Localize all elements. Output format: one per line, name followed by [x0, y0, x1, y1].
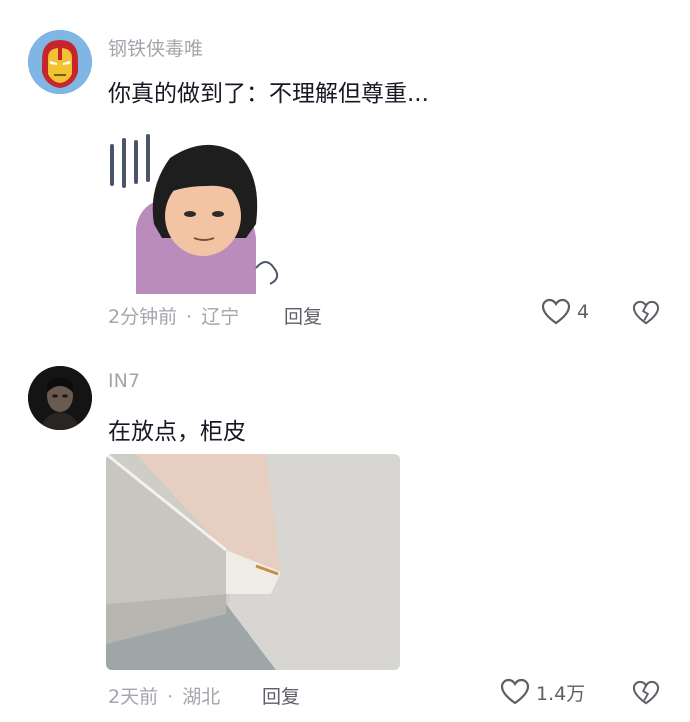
like-button[interactable]: 4	[541, 298, 589, 326]
comment-text: 你真的做到了：不理解但尊重...	[108, 81, 429, 107]
username[interactable]: 钢铁侠毒唯	[108, 34, 203, 61]
meme-sticker-icon	[110, 134, 279, 294]
avatar[interactable]	[28, 366, 92, 430]
meme-sticker-image[interactable]	[106, 128, 286, 294]
comment-item: IN7 在放点，柜皮 2天前 · 湖北 回复 1.4万	[0, 350, 690, 722]
location: 辽宁	[201, 306, 240, 328]
comment-meta: 2天前 · 湖北	[108, 682, 220, 709]
comment-text: 在放点，柜皮	[108, 419, 246, 445]
cabinet-edge-photo[interactable]	[106, 454, 400, 670]
reply-button[interactable]: 回复	[262, 682, 300, 709]
timestamp: 2分钟前	[108, 306, 178, 328]
dislike-button[interactable]	[632, 680, 660, 710]
broken-heart-icon	[632, 300, 660, 325]
meta-separator: ·	[167, 686, 174, 708]
comment-item: 钢铁侠毒唯 你真的做到了：不理解但尊重... 2分钟前 · 辽宁 回复 4	[0, 0, 690, 350]
like-count: 1.4万	[536, 682, 586, 705]
avatar[interactable]	[28, 30, 92, 94]
username[interactable]: IN7	[108, 370, 140, 392]
comment-meta: 2分钟前 · 辽宁	[108, 302, 239, 329]
broken-heart-icon	[632, 680, 660, 705]
cabinet-photo-icon	[106, 454, 400, 670]
timestamp: 2天前	[108, 686, 159, 708]
dark-portrait-avatar-icon	[28, 366, 92, 430]
reply-button[interactable]: 回复	[284, 302, 322, 329]
heart-icon	[541, 298, 571, 325]
meta-separator: ·	[186, 306, 193, 328]
dislike-button[interactable]	[632, 300, 660, 330]
heart-icon	[500, 678, 530, 705]
like-button[interactable]: 1.4万	[500, 678, 585, 706]
location: 湖北	[182, 686, 221, 708]
iron-man-avatar-icon	[28, 30, 92, 94]
like-count: 4	[577, 301, 590, 323]
